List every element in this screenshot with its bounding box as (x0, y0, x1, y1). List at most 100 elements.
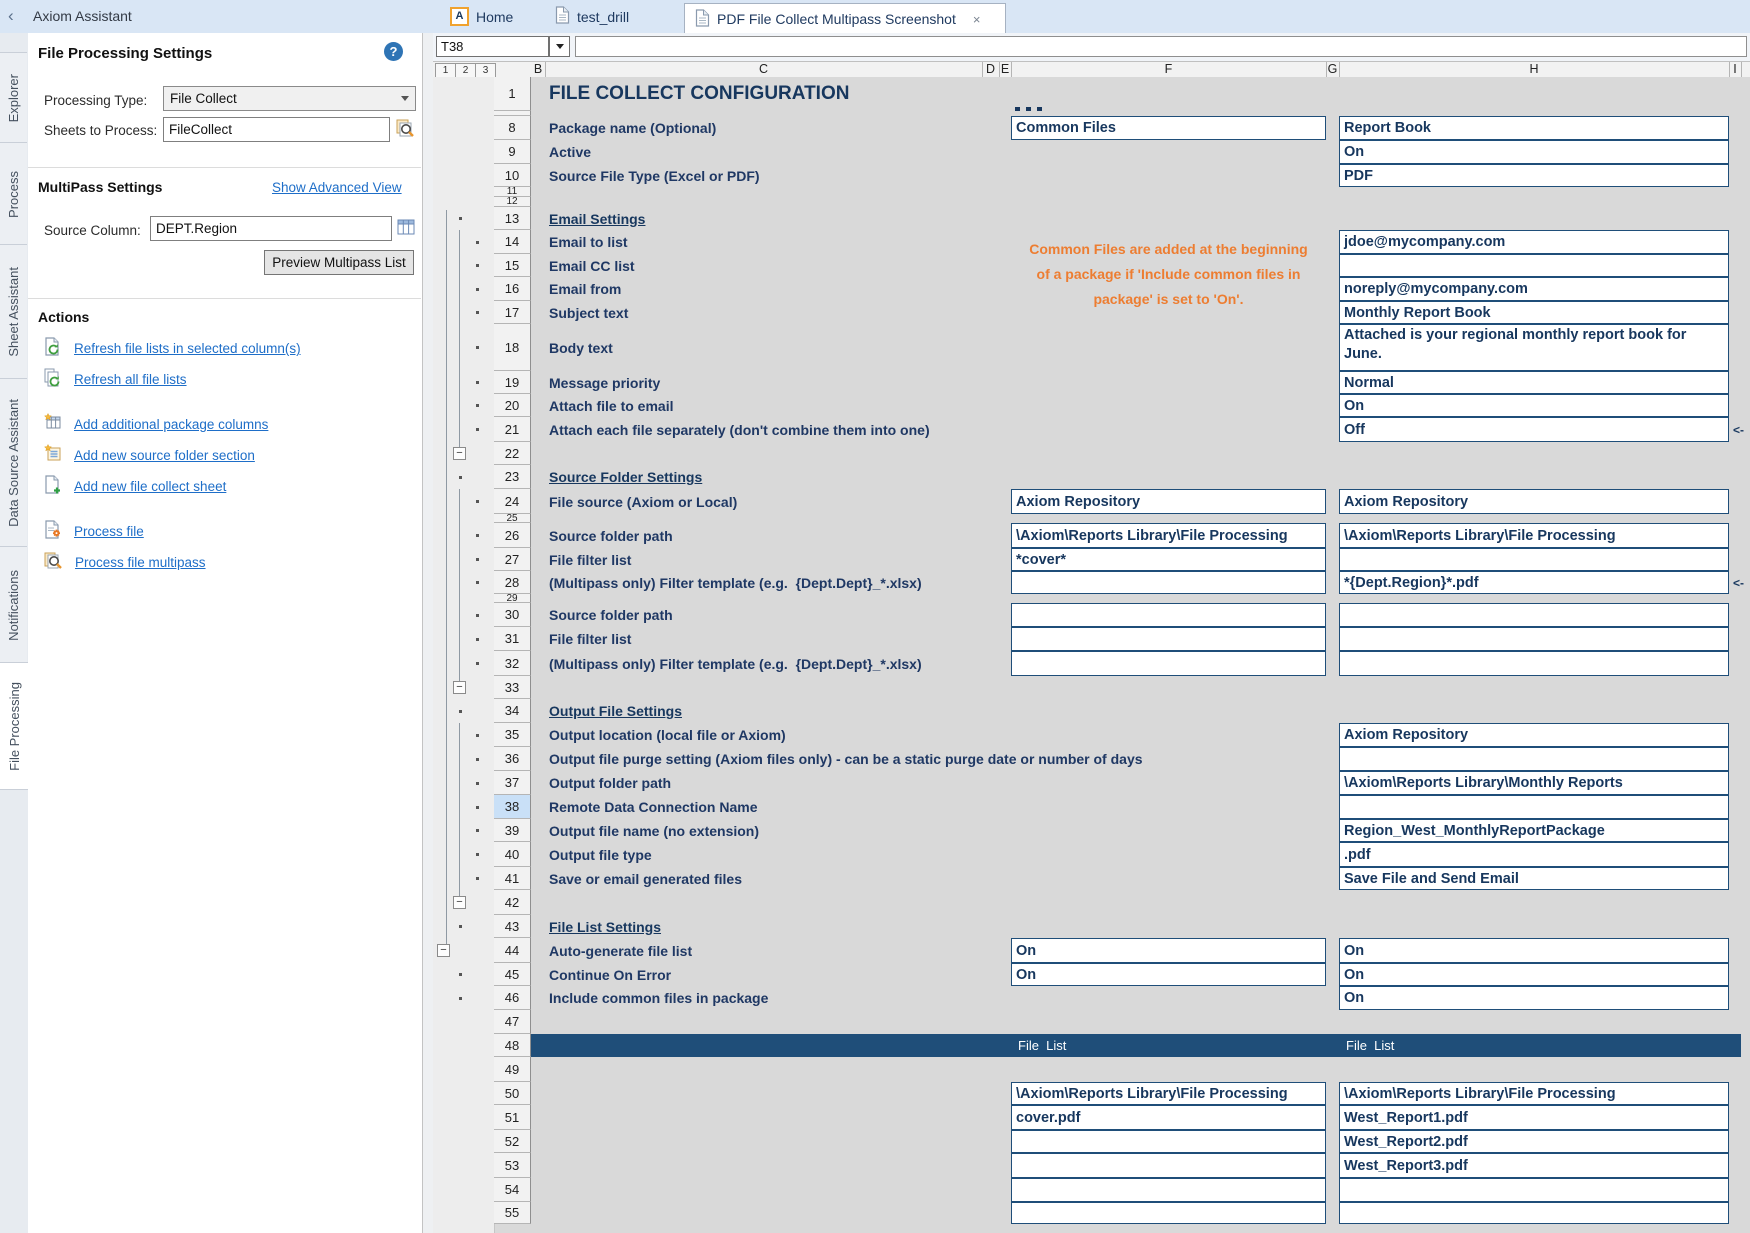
cell-label-C14[interactable]: Email to list (549, 230, 628, 254)
cell-H26[interactable]: \Axiom\Reports Library\File Processing (1339, 523, 1729, 548)
row-header-38[interactable]: 38 (494, 795, 531, 819)
cell-label-C34[interactable]: Output File Settings (549, 699, 682, 723)
action-add-new-source-folder-section[interactable]: Add new source folder section (28, 440, 421, 471)
cell-label-C43[interactable]: File List Settings (549, 915, 661, 938)
row-header-23[interactable]: 23 (494, 465, 531, 489)
cell-H45[interactable]: On (1339, 963, 1729, 986)
cell-label-C30[interactable]: Source folder path (549, 603, 673, 627)
cell-label-C28[interactable]: (Multipass only) Filter template (e.g. {… (549, 571, 922, 594)
row-header-42[interactable]: 42 (494, 890, 531, 915)
cell-H41[interactable]: Save File and Send Email (1339, 867, 1729, 890)
formula-input[interactable] (575, 36, 1747, 57)
row-header-18[interactable]: 18 (494, 324, 531, 371)
back-chevron-icon[interactable]: ‹ (8, 6, 14, 26)
row-header-47[interactable]: 47 (494, 1010, 531, 1034)
side-tab-process[interactable]: Process (0, 142, 27, 246)
row-header-15[interactable]: 15 (494, 254, 531, 277)
processing-type-select[interactable]: File Collect (163, 86, 416, 111)
cell-label-C21[interactable]: Attach each file separately (don't combi… (549, 417, 930, 442)
cell-H17[interactable]: Monthly Report Book (1339, 301, 1729, 324)
cell-H21[interactable]: Off (1339, 417, 1729, 442)
cell-label-C27[interactable]: File filter list (549, 548, 631, 571)
side-tab-file-processing[interactable]: File Processing (0, 662, 28, 790)
cell-label-C26[interactable]: Source folder path (549, 523, 673, 548)
row-header-32[interactable]: 32 (494, 651, 531, 676)
cell-label-C39[interactable]: Output file name (no extension) (549, 819, 759, 842)
cell-label-C16[interactable]: Email from (549, 277, 621, 301)
cell-H46[interactable]: On (1339, 986, 1729, 1010)
cell-F28[interactable] (1011, 571, 1326, 594)
name-box-dropdown[interactable] (549, 36, 570, 57)
cell-F8[interactable]: Common Files (1011, 116, 1326, 140)
cell-label-C44[interactable]: Auto-generate file list (549, 938, 692, 963)
cell-label-C8[interactable]: Package name (Optional) (549, 116, 716, 140)
row-header-9[interactable]: 9 (494, 140, 531, 164)
cell-label-C15[interactable]: Email CC list (549, 254, 635, 277)
outline-level-button-3[interactable]: 3 (475, 63, 496, 78)
row-header-44[interactable]: 44 (494, 938, 531, 963)
column-header-D[interactable]: D (982, 62, 1000, 77)
column-header-I[interactable]: I (1729, 62, 1742, 77)
action-refresh-file-lists-in-selected-column-s[interactable]: Refresh file lists in selected column(s) (28, 333, 421, 364)
row-header-28[interactable]: 28 (494, 571, 531, 594)
help-icon[interactable]: ? (384, 42, 403, 61)
cell-F26[interactable]: \Axiom\Reports Library\File Processing (1011, 523, 1326, 548)
cell-F55[interactable] (1011, 1202, 1326, 1224)
column-header-G[interactable]: G (1326, 62, 1340, 77)
row-header-35[interactable]: 35 (494, 723, 531, 747)
row-header-29[interactable]: 29 (494, 594, 531, 603)
row-header-53[interactable]: 53 (494, 1153, 531, 1178)
row-header-40[interactable]: 40 (494, 842, 531, 867)
tab-test-drill[interactable]: test_drill (545, 0, 639, 33)
cell-F31[interactable] (1011, 627, 1326, 651)
row-header-12[interactable]: 12 (494, 197, 531, 207)
tab-home[interactable]: A Home (440, 0, 523, 33)
outline-level-button-1[interactable]: 1 (435, 63, 456, 78)
cell-H15[interactable] (1339, 254, 1729, 277)
cell-label-C37[interactable]: Output folder path (549, 771, 671, 795)
column-picker-icon[interactable] (396, 217, 417, 242)
column-header-H[interactable]: H (1339, 62, 1730, 77)
cell-F50[interactable]: \Axiom\Reports Library\File Processing (1011, 1082, 1326, 1105)
cell-label-C10[interactable]: Source File Type (Excel or PDF) (549, 164, 760, 187)
outline-collapse-button[interactable]: − (437, 944, 450, 957)
row-header-24[interactable]: 24 (494, 489, 531, 514)
sheet-lookup-icon[interactable] (394, 118, 416, 145)
cell-label-C20[interactable]: Attach file to email (549, 394, 673, 417)
row-header-36[interactable]: 36 (494, 747, 531, 771)
action-process-file-multipass[interactable]: Process file multipass (28, 547, 421, 578)
row-header-27[interactable]: 27 (494, 548, 531, 571)
cell-label-C35[interactable]: Output location (local file or Axiom) (549, 723, 786, 747)
side-tab-sheet-assistant[interactable]: Sheet Assistant (0, 244, 27, 380)
close-icon[interactable]: × (973, 12, 981, 27)
cell-label-C18[interactable]: Body text (549, 324, 613, 371)
cell-label-C32[interactable]: (Multipass only) Filter template (e.g. {… (549, 651, 922, 676)
row-header-31[interactable]: 31 (494, 627, 531, 651)
column-header-F[interactable]: F (1011, 62, 1327, 77)
outline-collapse-button[interactable]: − (453, 447, 466, 460)
row-header-11[interactable]: 11 (494, 187, 531, 197)
tab-pdf-file-collect[interactable]: PDF File Collect Multipass Screenshot × (684, 3, 1006, 34)
sheets-to-process-input[interactable] (163, 117, 390, 142)
cell-label-C38[interactable]: Remote Data Connection Name (549, 795, 757, 819)
row-header-19[interactable]: 19 (494, 371, 531, 394)
column-header-B[interactable]: B (531, 62, 546, 77)
cell-F24[interactable]: Axiom Repository (1011, 489, 1326, 514)
cell-F52[interactable] (1011, 1130, 1326, 1153)
name-box[interactable]: T38 (436, 36, 549, 57)
cell-H38[interactable] (1339, 795, 1729, 819)
side-tab-notifications[interactable]: Notifications (0, 546, 27, 664)
cell-label-C40[interactable]: Output file type (549, 842, 652, 867)
cell-label-C19[interactable]: Message priority (549, 371, 660, 394)
action-process-file[interactable]: Process file (28, 516, 421, 547)
cell-H55[interactable] (1339, 1202, 1729, 1224)
row-header-54[interactable]: 54 (494, 1178, 531, 1202)
cell-H31[interactable] (1339, 627, 1729, 651)
source-column-input[interactable] (150, 216, 392, 241)
cell-H37[interactable]: \Axiom\Reports Library\Monthly Reports (1339, 771, 1729, 795)
cell-label-C23[interactable]: Source Folder Settings (549, 465, 702, 489)
row-header-48[interactable]: 48 (494, 1034, 531, 1057)
cell-H16[interactable]: noreply@mycompany.com (1339, 277, 1729, 301)
cell-F51[interactable]: cover.pdf (1011, 1105, 1326, 1130)
side-tab-explorer[interactable]: Explorer (0, 52, 27, 144)
